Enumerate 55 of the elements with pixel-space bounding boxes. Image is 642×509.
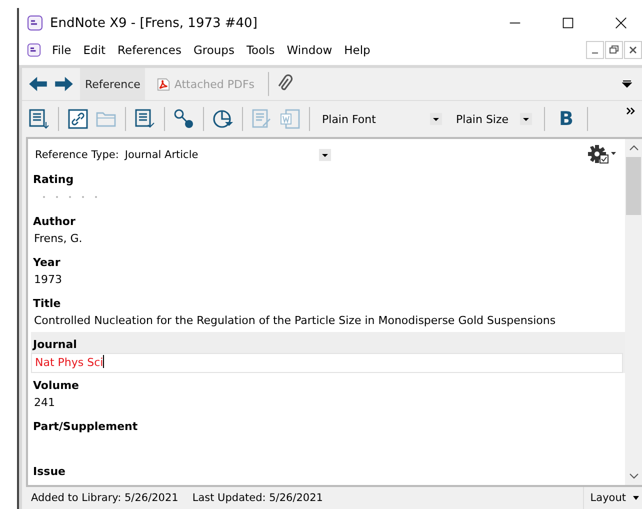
field-value: Frens, G. (33, 231, 84, 247)
back-arrow-icon[interactable] (28, 76, 48, 92)
scroll-down-icon[interactable] (628, 472, 638, 480)
gear-icon[interactable] (587, 144, 617, 166)
maximize-icon[interactable] (562, 17, 574, 29)
forward-arrow-icon[interactable] (54, 76, 74, 92)
app-icon (27, 15, 43, 31)
close-icon[interactable] (615, 17, 627, 29)
menu-item[interactable]: Edit (82, 43, 107, 57)
bold-button[interactable]: B (553, 108, 580, 130)
menu-item[interactable]: Help (343, 43, 372, 57)
caret-icon (632, 495, 640, 501)
field-input[interactable]: Nat Phys Sci (31, 353, 623, 373)
field-label: Year (32, 255, 60, 271)
menu-item[interactable]: Window (286, 43, 334, 57)
restore-icon[interactable] (605, 41, 623, 59)
tab[interactable]: Reference (80, 68, 146, 100)
more-icon[interactable] (626, 107, 636, 115)
field-label: Part/Supplement (32, 419, 138, 435)
font-dropdown[interactable]: Plain Font (318, 106, 446, 132)
pdf-icon (156, 76, 172, 92)
updated-date: Last Updated: 5/26/2021 (192, 492, 323, 504)
field-label: Title (32, 296, 61, 312)
caret-icon (430, 113, 442, 125)
menu-item[interactable]: Groups (192, 43, 236, 57)
caret-icon (318, 149, 331, 161)
scrollbar[interactable] (625, 139, 642, 485)
selected-field[interactable]: Journal Nat Phys Sci (31, 332, 625, 373)
insert-reference-icon[interactable] (28, 108, 50, 130)
checklist-icon[interactable] (134, 108, 156, 130)
app-icon (27, 43, 41, 57)
field-value: Controlled Nucleation for the Regulation of the Particle Size in Monodisperse Gold Suspensions (33, 313, 557, 329)
overflow-icon[interactable] (622, 80, 632, 88)
field-value: 241 (33, 395, 56, 411)
reference-type-label: Reference Type: (35, 149, 119, 161)
reference-type-dropdown[interactable]: Journal Article (122, 149, 333, 161)
field-label: Author (32, 214, 76, 230)
menu-item[interactable]: File (51, 43, 72, 57)
pie-chart-icon[interactable] (212, 108, 234, 130)
menu-item[interactable]: Tools (245, 43, 276, 57)
field-label: Journal (31, 337, 77, 353)
field-label: Volume (32, 378, 79, 394)
scrollbar-thumb[interactable] (626, 157, 641, 215)
field-label: Rating (32, 172, 74, 188)
caret-icon (520, 113, 532, 125)
layout-dropdown[interactable]: Layout (583, 487, 642, 509)
field-label: Issue (32, 464, 66, 480)
field-value: 1973 (33, 272, 63, 288)
scroll-up-icon[interactable] (628, 144, 638, 152)
connection-icon[interactable] (173, 108, 195, 130)
size-dropdown[interactable]: Plain Size (452, 106, 536, 132)
added-date: Added to Library: 5/26/2021 (31, 492, 178, 504)
link-icon[interactable] (67, 108, 89, 130)
window-title: EndNote X9 - [Frens, 1973 #40] (50, 16, 258, 30)
menu-item[interactable]: References (116, 43, 182, 57)
